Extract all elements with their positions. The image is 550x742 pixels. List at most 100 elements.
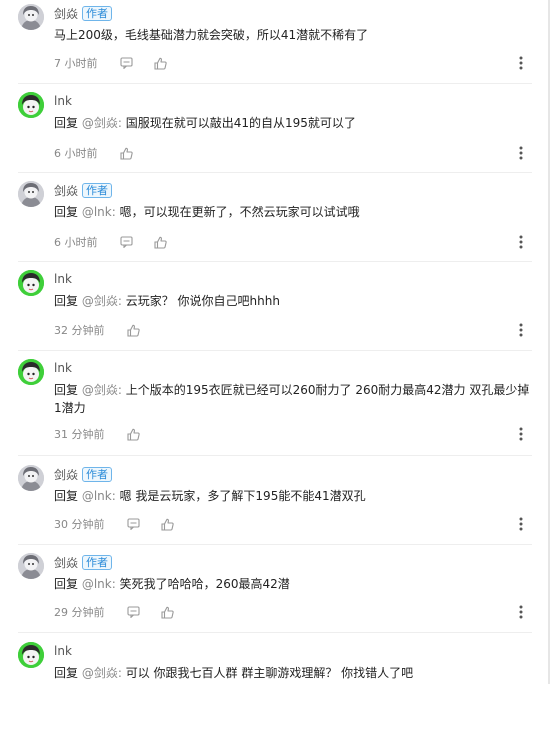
avatar[interactable]: [18, 359, 44, 385]
more-icon: [519, 517, 523, 531]
more-options-button[interactable]: [515, 55, 527, 71]
reply-label: 回复: [54, 116, 79, 130]
like-button[interactable]: [161, 605, 175, 619]
reply-button[interactable]: [127, 605, 141, 619]
more-options-button[interactable]: [515, 234, 527, 250]
comment-header: lnk: [54, 642, 72, 660]
username[interactable]: 剑焱: [54, 466, 78, 483]
like-icon: [161, 606, 174, 619]
comment-text: 回复 @剑焱: 云玩家？ 你说你自己吧hhhh: [54, 292, 534, 310]
comment-text: 回复 @lnk: 笑死我了哈哈哈，260最高42潜: [54, 575, 534, 593]
username[interactable]: lnk: [54, 94, 72, 108]
comment-item: 剑焱 作者 马上200级，毛线基础潜力就会突破，所以41潜就不稀有了 7 小时前: [0, 4, 548, 104]
comment-item: lnk 回复 @剑焱: 云玩家？ 你说你自己吧hhhh 32 分钟前: [0, 270, 548, 370]
timestamp: 6 小时前: [54, 236, 98, 249]
like-icon: [154, 57, 167, 70]
like-icon: [120, 147, 133, 160]
comment-icon: [127, 606, 140, 618]
divider: [18, 172, 532, 173]
username[interactable]: 剑焱: [54, 182, 78, 199]
comment-header: lnk: [54, 270, 72, 288]
timestamp: 7 小时前: [54, 57, 98, 70]
username[interactable]: 剑焱: [54, 554, 78, 571]
reply-label: 回复: [54, 666, 79, 680]
avatar-image: [18, 642, 44, 668]
comment-body: 嗯 我是云玩家，多了解下195能不能41潜双孔: [119, 489, 366, 503]
comment-item: lnk 回复 @剑焱: 可以 你跟我七百人群 群主聊游戏理解？ 你找错人了吧: [0, 642, 548, 742]
like-button[interactable]: [127, 323, 141, 337]
reply-button[interactable]: [127, 517, 141, 531]
more-icon: [519, 605, 523, 619]
comment-header: 剑焱 作者: [54, 553, 113, 571]
reply-label: 回复: [54, 383, 79, 397]
like-icon: [154, 236, 167, 249]
like-button[interactable]: [161, 517, 175, 531]
comment-meta: 6 小时前: [54, 145, 154, 161]
comment-header: lnk: [54, 92, 72, 110]
mention[interactable]: @剑焱:: [82, 116, 122, 130]
avatar[interactable]: [18, 92, 44, 118]
comment-body: 国服现在就可以敲出41的自从195就可以了: [125, 116, 356, 130]
like-button[interactable]: [127, 427, 141, 441]
author-badge: 作者: [82, 554, 113, 570]
more-options-button[interactable]: [515, 426, 527, 442]
mention[interactable]: @lnk:: [82, 205, 116, 219]
avatar-image: [18, 270, 44, 296]
more-options-button[interactable]: [515, 604, 527, 620]
author-badge: 作者: [82, 182, 113, 198]
username[interactable]: lnk: [54, 644, 72, 658]
mention[interactable]: @lnk:: [82, 489, 116, 503]
avatar[interactable]: [18, 553, 44, 579]
author-badge: 作者: [82, 5, 113, 21]
like-button[interactable]: [154, 235, 168, 249]
avatar[interactable]: [18, 465, 44, 491]
reply-label: 回复: [54, 294, 79, 308]
more-options-button[interactable]: [515, 145, 527, 161]
reply-button[interactable]: [120, 56, 134, 70]
comment-meta: 31 分钟前: [54, 426, 161, 442]
mention[interactable]: @剑焱:: [82, 666, 122, 680]
like-button[interactable]: [120, 146, 134, 160]
avatar[interactable]: [18, 4, 44, 30]
more-options-button[interactable]: [515, 322, 527, 338]
more-icon: [519, 235, 523, 249]
comment-icon: [120, 57, 133, 69]
avatar[interactable]: [18, 181, 44, 207]
timestamp: 31 分钟前: [54, 428, 105, 441]
mention[interactable]: @剑焱:: [82, 294, 122, 308]
reply-label: 回复: [54, 205, 79, 219]
divider: [18, 350, 532, 351]
comment-icon: [120, 236, 133, 248]
timestamp: 6 小时前: [54, 147, 98, 160]
comment-meta: 7 小时前: [54, 55, 188, 71]
more-options-button[interactable]: [515, 516, 527, 532]
comment-text: 回复 @lnk: 嗯，可以现在更新了，不然云玩家可以试试哦: [54, 203, 534, 221]
more-icon: [519, 56, 523, 70]
divider: [18, 544, 532, 545]
reply-label: 回复: [54, 577, 79, 591]
comment-item: 剑焱 作者回复 @lnk: 笑死我了哈哈哈，260最高42潜 29 分钟前: [0, 553, 548, 653]
author-badge: 作者: [82, 466, 113, 482]
divider: [18, 455, 532, 456]
comment-body: 可以 你跟我七百人群 群主聊游戏理解？ 你找错人了吧: [125, 666, 414, 680]
mention[interactable]: @lnk:: [82, 577, 116, 591]
comment-icon: [127, 518, 140, 530]
more-icon: [519, 427, 523, 441]
like-button[interactable]: [154, 56, 168, 70]
comment-header: 剑焱 作者: [54, 465, 113, 483]
comment-body: 嗯，可以现在更新了，不然云玩家可以试试哦: [119, 205, 360, 219]
comment-text: 回复 @剑焱: 可以 你跟我七百人群 群主聊游戏理解？ 你找错人了吧: [54, 664, 534, 682]
username[interactable]: lnk: [54, 272, 72, 286]
comment-text: 回复 @剑焱: 上个版本的195衣匠就已经可以260耐力了 260耐力最高42潜…: [54, 381, 534, 417]
username[interactable]: lnk: [54, 361, 72, 375]
reply-label: 回复: [54, 489, 79, 503]
avatar[interactable]: [18, 270, 44, 296]
mention[interactable]: @剑焱:: [82, 383, 122, 397]
username[interactable]: 剑焱: [54, 5, 78, 22]
comment-item: lnk 回复 @剑焱: 国服现在就可以敲出41的自从195就可以了 6 小时前: [0, 92, 548, 192]
avatar[interactable]: [18, 642, 44, 668]
timestamp: 29 分钟前: [54, 606, 105, 619]
timestamp: 30 分钟前: [54, 518, 105, 531]
reply-button[interactable]: [120, 235, 134, 249]
comment-meta: 29 分钟前: [54, 604, 195, 620]
